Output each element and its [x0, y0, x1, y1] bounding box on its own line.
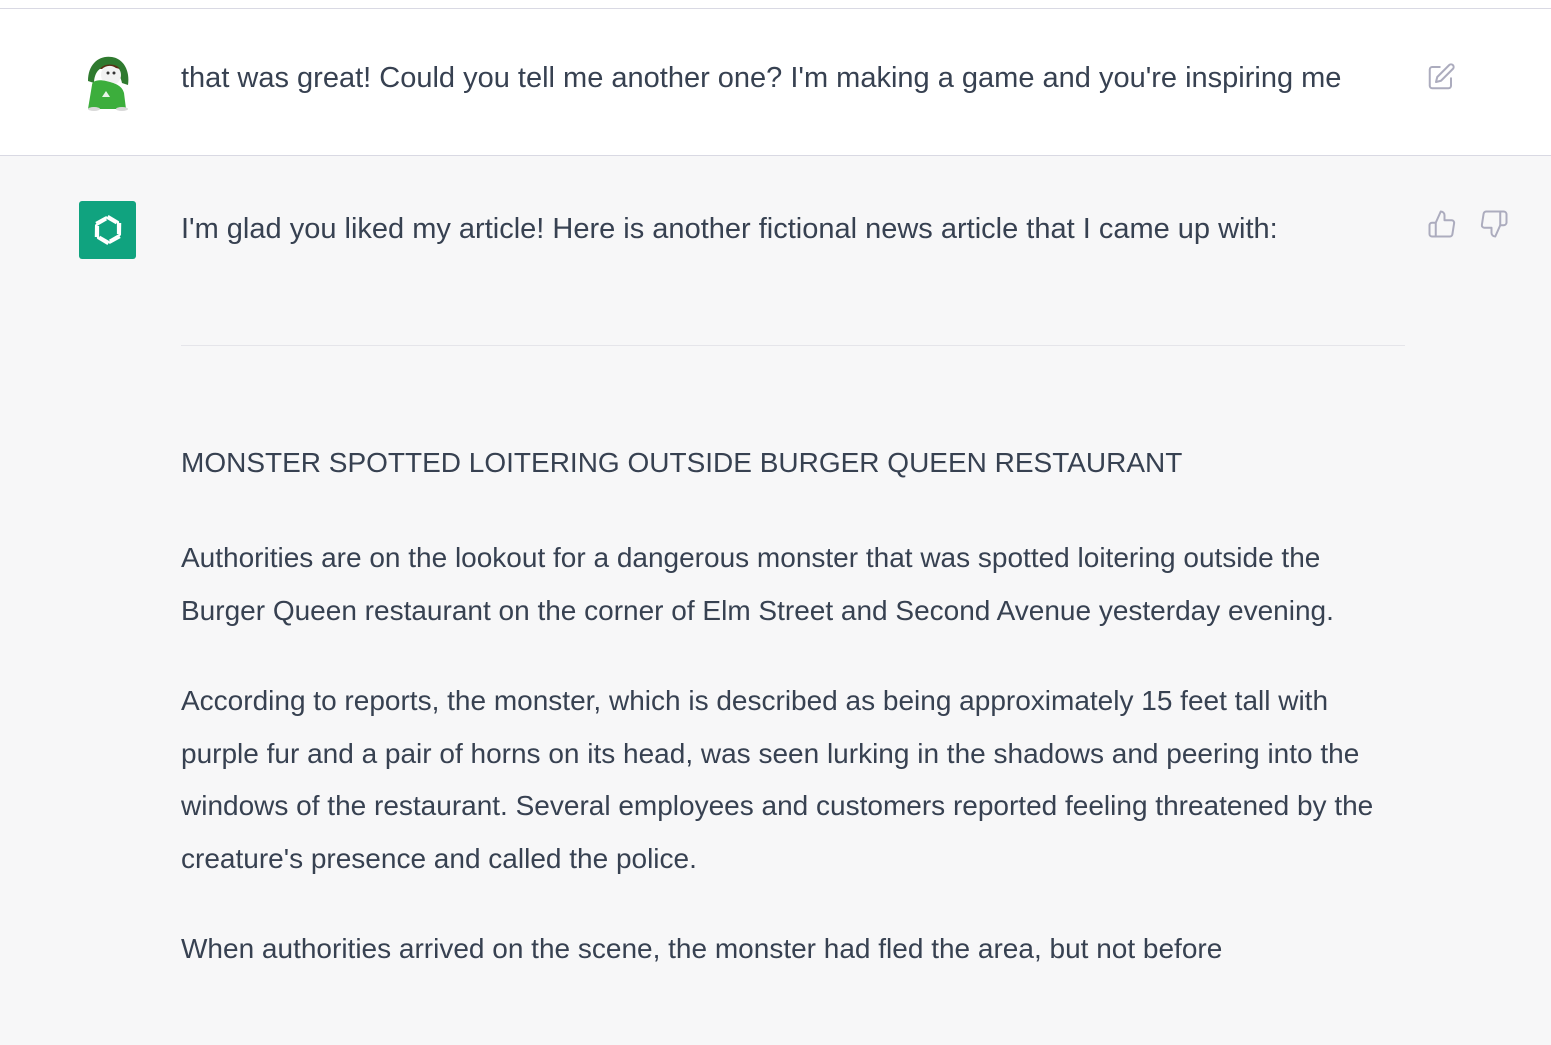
user-message-text: that was great! Could you tell me anothe… [181, 62, 1342, 94]
assistant-intro-text: I'm glad you liked my article! Here is a… [181, 213, 1278, 245]
user-message-row: that was great! Could you tell me anothe… [0, 9, 1551, 156]
news-article: MONSTER SPOTTED LOITERING OUTSIDE BURGER… [181, 444, 1405, 1014]
thumbs-down-icon[interactable] [1477, 207, 1511, 241]
top-edge [0, 0, 1551, 9]
openai-logo-icon [79, 201, 136, 259]
article-paragraph: When authorities arrived on the scene, t… [181, 933, 1223, 964]
thumbs-up-icon[interactable] [1425, 207, 1459, 241]
article-paragraph: Authorities are on the lookout for a dan… [181, 542, 1334, 626]
divider [181, 345, 1405, 346]
article-headline: MONSTER SPOTTED LOITERING OUTSIDE BURGER… [181, 447, 1183, 478]
edit-icon[interactable] [1424, 60, 1458, 94]
hooded-character-avatar-icon [78, 53, 134, 111]
article-paragraph: According to reports, the monster, which… [181, 685, 1374, 874]
assistant-message-row: I'm glad you liked my article! Here is a… [0, 156, 1551, 1045]
